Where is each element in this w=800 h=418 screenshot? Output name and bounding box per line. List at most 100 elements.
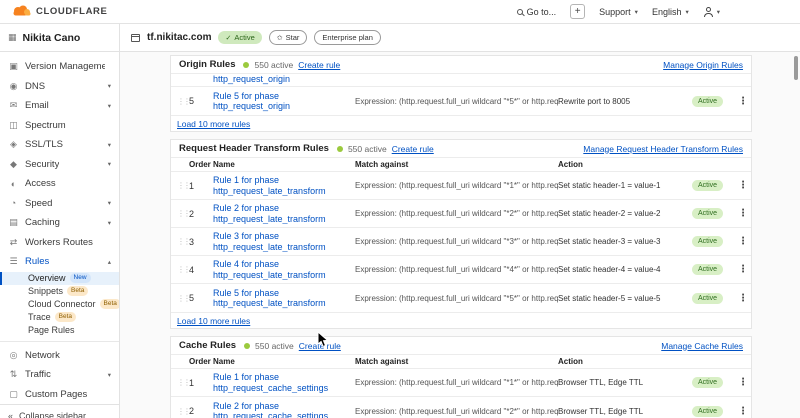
- sidebar-item-overview[interactable]: Overview New: [0, 272, 119, 285]
- rule-order: 1: [189, 181, 213, 191]
- rule-name-link[interactable]: http_request_origin: [213, 74, 290, 85]
- add-button[interactable]: +: [570, 4, 585, 19]
- chevron-icon: ▾: [108, 102, 111, 110]
- rule-order: 5: [189, 96, 213, 106]
- drag-handle-icon[interactable]: ⋮⋮: [177, 407, 189, 416]
- section-title: Origin Rules: [179, 59, 235, 70]
- manage-cache-rules-link[interactable]: Manage Cache Rules: [661, 341, 743, 351]
- create-rule-link[interactable]: Create rule: [299, 341, 341, 351]
- rule-match-expression: Expression: (http.request.full_uri wildc…: [355, 378, 558, 387]
- drag-handle-icon[interactable]: ⋮⋮: [177, 181, 189, 190]
- col-name: Name: [213, 357, 355, 366]
- sidebar-item-access[interactable]: ◐ Access: [0, 174, 119, 194]
- rule-order: 3: [189, 237, 213, 247]
- kebab-menu-icon[interactable]: ⋮: [735, 180, 751, 191]
- sidebar-divider: [0, 341, 119, 342]
- sidebar-item-network[interactable]: ◎ Network: [0, 346, 119, 366]
- chevron-icon: ▴: [108, 258, 111, 266]
- rule-action: Browser TTL, Edge TTL: [558, 378, 692, 387]
- rule-name-link[interactable]: Rule 5 for phase http_request_origin: [213, 91, 355, 112]
- sidebar-item-label: Custom Pages: [25, 389, 87, 400]
- sidebar-item-dns[interactable]: ◉ DNS ▾: [0, 77, 119, 97]
- kebab-menu-icon[interactable]: ⋮: [735, 377, 751, 388]
- col-match: Match against: [355, 357, 558, 366]
- rule-name-link[interactable]: Rule 2 for phase http_request_cache_sett…: [213, 401, 355, 418]
- create-rule-link[interactable]: Create rule: [298, 60, 340, 70]
- kebab-menu-icon[interactable]: ⋮: [735, 96, 751, 107]
- active-count: 550 active: [348, 144, 387, 154]
- drag-handle-icon[interactable]: ⋮⋮: [177, 209, 189, 218]
- chevron-icon: ▾: [108, 82, 111, 90]
- manage-transform-rules-link[interactable]: Manage Request Header Transform Rules: [583, 144, 743, 154]
- sidebar-item-trace[interactable]: Trace Beta: [0, 311, 119, 324]
- goto-search-label: Go to...: [527, 7, 557, 17]
- status-badge: Active: [692, 377, 723, 388]
- language-menu[interactable]: English ▾: [652, 7, 689, 17]
- sidebar-item-label: Security: [25, 159, 59, 170]
- rule-name-link[interactable]: Rule 2 for phase http_request_late_trans…: [213, 203, 355, 224]
- load-more-link[interactable]: Load 10 more rules: [177, 119, 250, 129]
- rule-name-link[interactable]: Rule 4 for phase http_request_late_trans…: [213, 259, 355, 280]
- status-badge: Active: [692, 264, 723, 275]
- sidebar-item-security[interactable]: ◆ Security ▾: [0, 155, 119, 175]
- drag-handle-icon[interactable]: ⋮⋮: [177, 97, 189, 106]
- create-rule-link[interactable]: Create rule: [392, 144, 434, 154]
- sidebar-item-label: Network: [25, 350, 60, 361]
- page-scrollbar-thumb[interactable]: [794, 56, 798, 80]
- drag-handle-icon[interactable]: ⋮⋮: [177, 378, 189, 387]
- rule-name-link[interactable]: Rule 1 for phase http_request_late_trans…: [213, 175, 355, 196]
- sidebar-item-rules[interactable]: ☰ Rules ▴: [0, 252, 119, 272]
- manage-origin-rules-link[interactable]: Manage Origin Rules: [663, 60, 743, 70]
- drag-handle-icon[interactable]: ⋮⋮: [177, 294, 189, 303]
- kebab-menu-icon[interactable]: ⋮: [735, 293, 751, 304]
- sidebar-item-email[interactable]: ✉ Email ▾: [0, 96, 119, 116]
- rule-name-link[interactable]: Rule 1 for phase http_request_cache_sett…: [213, 372, 355, 393]
- kebab-menu-icon[interactable]: ⋮: [735, 264, 751, 275]
- sidebar-item-icon: ☰: [8, 256, 19, 267]
- status-badge: Active: [692, 406, 723, 417]
- kebab-menu-icon[interactable]: ⋮: [735, 236, 751, 247]
- kebab-menu-icon[interactable]: ⋮: [735, 406, 751, 417]
- star-button[interactable]: ✩ Star: [269, 30, 308, 45]
- table-row: ⋮⋮ 4 Rule 4 for phase http_request_late_…: [171, 256, 751, 284]
- rule-name-link[interactable]: Rule 5 for phase http_request_late_trans…: [213, 288, 355, 309]
- table-column-headers: Order Name Match against Action: [171, 158, 751, 172]
- drag-handle-icon[interactable]: ⋮⋮: [177, 265, 189, 274]
- collapse-sidebar-button[interactable]: « Collapse sidebar: [0, 404, 119, 418]
- sidebar-item-snippets[interactable]: Snippets Beta: [0, 285, 119, 298]
- account-menu[interactable]: ▾: [703, 7, 720, 17]
- zone-domain: tf.nikitac.com: [147, 32, 211, 43]
- sidebar-item-version-management[interactable]: ▣ Version Management: [0, 57, 119, 77]
- rule-name-link[interactable]: Rule 3 for phase http_request_late_trans…: [213, 231, 355, 252]
- rules-overview-content: Origin Rules 550 active Create rule Mana…: [120, 52, 800, 418]
- zone-header: tf.nikitac.com ✓ Active ✩ Star Enterpris…: [120, 24, 800, 52]
- account-switcher[interactable]: ▦ Nikita Cano: [0, 24, 119, 52]
- load-more-link[interactable]: Load 10 more rules: [177, 316, 250, 326]
- sidebar-item-icon: ◐: [8, 179, 19, 189]
- kebab-menu-icon[interactable]: ⋮: [735, 208, 751, 219]
- support-menu[interactable]: Support ▾: [599, 7, 638, 17]
- rule-action: Browser TTL, Edge TTL: [558, 407, 692, 416]
- section-title: Cache Rules: [179, 340, 236, 351]
- table-row: ⋮⋮ 1 Rule 1 for phase http_request_cache…: [171, 369, 751, 397]
- table-row: ⋮⋮ 1 Rule 1 for phase http_request_late_…: [171, 172, 751, 200]
- col-action: Action: [558, 160, 692, 169]
- sidebar-item-spectrum[interactable]: ◫ Spectrum: [0, 116, 119, 136]
- load-more-row: Load 10 more rules: [171, 312, 751, 328]
- sidebar-item-icon: ◆: [8, 159, 19, 170]
- sidebar-item-traffic[interactable]: ⇅ Traffic ▾: [0, 365, 119, 385]
- rule-order: 2: [189, 209, 213, 219]
- sidebar-item-ssl-tls[interactable]: ◈ SSL/TLS ▾: [0, 135, 119, 155]
- sidebar-item-label: Rules: [25, 256, 49, 267]
- sidebar-item-custom-pages[interactable]: ▢ Custom Pages: [0, 385, 119, 405]
- sidebar-item-workers-routes[interactable]: ⇄ Workers Routes: [0, 233, 119, 253]
- sidebar-item-caching[interactable]: ▤ Caching ▾: [0, 213, 119, 233]
- sidebar-item-cloud-connector[interactable]: Cloud Connector Beta: [0, 298, 119, 311]
- sidebar-item-label: DNS: [25, 81, 45, 92]
- drag-handle-icon[interactable]: ⋮⋮: [177, 237, 189, 246]
- cloudflare-logo[interactable]: CLOUDFLARE: [10, 3, 107, 21]
- sidebar-item-page-rules[interactable]: Page Rules: [0, 324, 119, 337]
- goto-search[interactable]: Go to...: [517, 7, 557, 17]
- sidebar-item-speed[interactable]: ◔ Speed ▾: [0, 194, 119, 214]
- rule-match-expression: Expression: (http.request.full_uri wildc…: [355, 97, 558, 106]
